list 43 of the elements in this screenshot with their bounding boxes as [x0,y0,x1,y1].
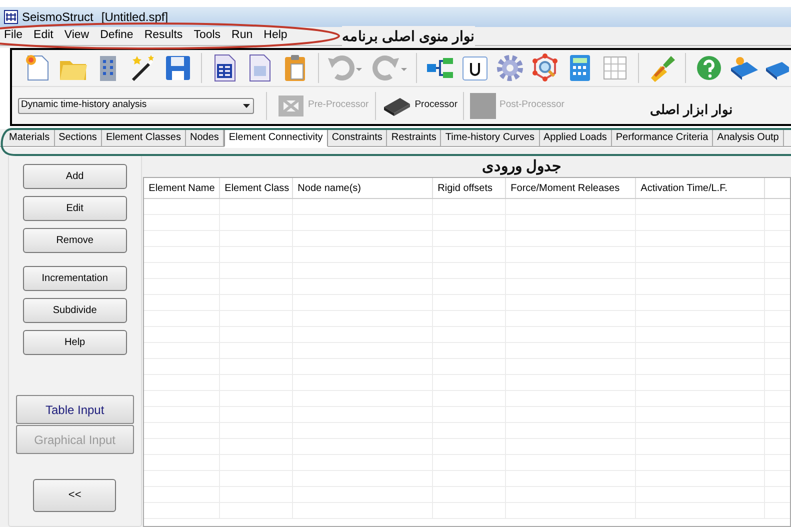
column-header: Node name(s) [292,178,433,198]
menu-item[interactable]: Run [232,27,253,45]
tab[interactable]: Element Classes [102,129,186,146]
menu-item[interactable]: Edit [34,27,54,45]
tab[interactable]: Sections [54,129,102,146]
side-button[interactable]: Help [22,330,127,355]
menu-item[interactable]: Tools [194,27,221,45]
tab[interactable]: Performance Criteria [612,129,714,146]
tab[interactable]: Constraints [328,129,388,146]
window-title: SeismoStruct [22,9,94,26]
column-header: Element Name [144,178,220,198]
annotation-label: جدول ورودی [482,158,562,176]
menu-item[interactable]: Help [264,27,288,45]
dropdown-arrow-icon [243,104,250,108]
side-button[interactable]: Subdivide [22,298,127,323]
tab[interactable]: Analysis Outp [713,129,784,146]
tab[interactable]: Restraints [387,129,442,146]
side-button[interactable]: Edit [22,196,127,221]
menu-item[interactable]: View [64,27,90,45]
mode-button[interactable]: Processor [380,94,460,116]
blank-icon [470,92,496,118]
side-button[interactable]: Remove [22,228,127,253]
annotation-label: نوار منوی اصلی برنامه [342,26,475,47]
side-button[interactable]: Incrementation [22,266,127,291]
menu-item[interactable]: Define [100,27,134,45]
analysis-type-dropdown[interactable]: Dynamic time-history analysis [18,98,254,114]
file-name: [Untitled.spf] [101,9,168,26]
collapse-button[interactable]: << [33,479,116,512]
tab[interactable]: Time-history Curves [441,129,540,146]
frame-icon [277,94,305,118]
app-icon [4,10,18,24]
column-header: Force/Moment Releases [506,178,636,198]
column-header: Element Class [220,178,293,198]
tab[interactable]: Nodes [186,129,224,146]
side-button[interactable]: Add [22,164,127,189]
menu-item[interactable]: Results [144,27,183,45]
tab[interactable]: Applied Loads [540,129,612,146]
input-mode-button[interactable]: Table Input [16,395,134,424]
column-header: Activation Time/L.F. [636,178,765,198]
annotation-label: نوار ابزار اصلی [650,101,734,120]
menu-item[interactable]: File [4,27,23,45]
column-header: Rigid offsets [432,178,506,198]
tab[interactable]: Materials [5,129,55,146]
